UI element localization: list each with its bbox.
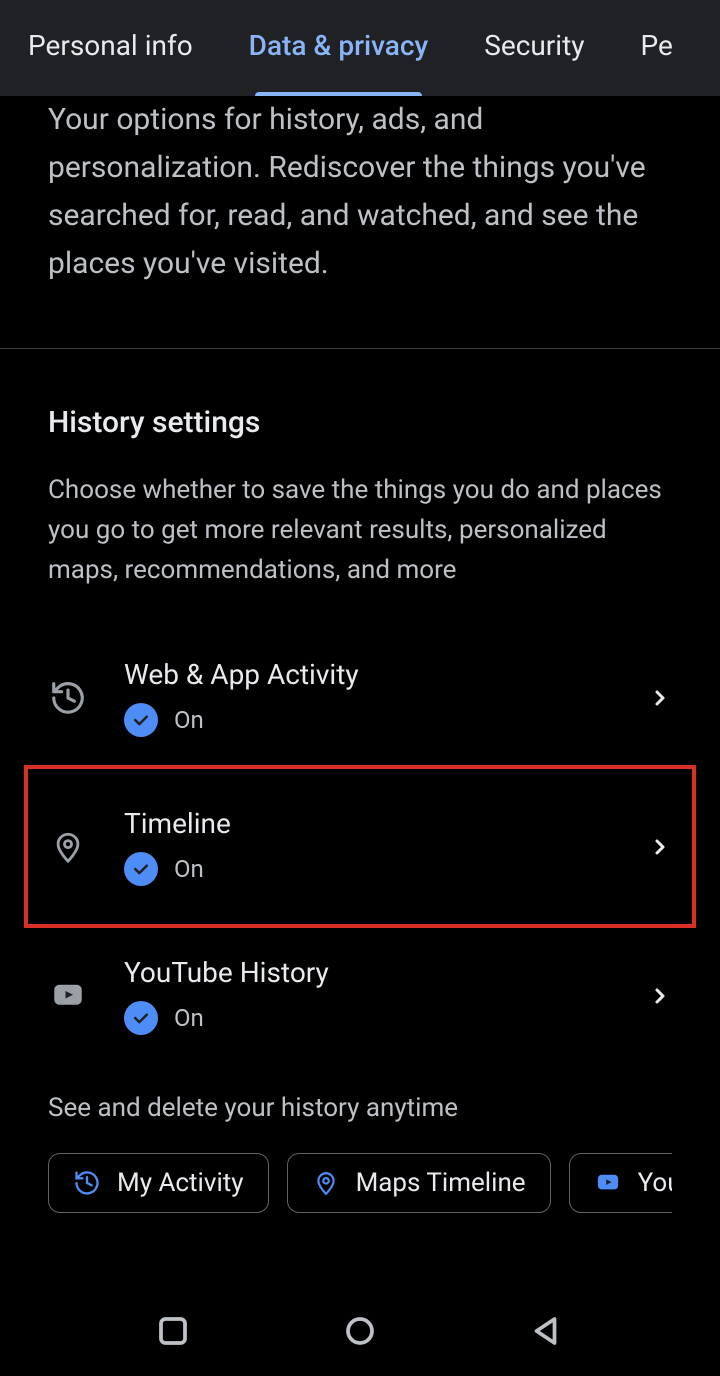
row-title: Web & App Activity: [124, 658, 612, 691]
row-timeline[interactable]: Timeline On: [24, 765, 696, 928]
tab-bar: Personal info Data & privacy Security Pe: [0, 0, 720, 96]
nav-home-icon[interactable]: [342, 1313, 378, 1349]
check-icon: [124, 1001, 158, 1035]
location-pin-icon: [312, 1169, 340, 1197]
status-text: On: [174, 855, 204, 883]
row-title: Timeline: [124, 807, 612, 840]
youtube-icon: [48, 976, 88, 1016]
android-navbar: [0, 1286, 720, 1376]
location-pin-icon: [48, 827, 88, 867]
row-title: YouTube History: [124, 956, 612, 989]
chip-label: You: [638, 1168, 672, 1198]
row-web-app-activity[interactable]: Web & App Activity On: [48, 630, 672, 765]
chip-maps-timeline[interactable]: Maps Timeline: [287, 1153, 551, 1213]
chip-youtube[interactable]: You: [569, 1153, 672, 1213]
status-text: On: [174, 706, 204, 734]
chip-label: Maps Timeline: [356, 1168, 526, 1198]
status-text: On: [174, 1004, 204, 1032]
nav-recent-icon[interactable]: [155, 1313, 191, 1349]
history-clock-icon: [73, 1169, 101, 1197]
history-subtext: See and delete your history anytime: [48, 1093, 672, 1123]
tab-personal-info[interactable]: Personal info: [28, 29, 193, 68]
check-icon: [124, 852, 158, 886]
chevron-right-icon: [648, 835, 672, 859]
history-heading: History settings: [48, 405, 672, 440]
check-icon: [124, 703, 158, 737]
chip-row: My Activity Maps Timeline: [48, 1153, 672, 1213]
tab-security[interactable]: Security: [484, 29, 584, 68]
chevron-right-icon: [648, 686, 672, 710]
row-youtube-history[interactable]: YouTube History On: [48, 928, 672, 1063]
chip-label: My Activity: [117, 1168, 244, 1198]
nav-back-icon[interactable]: [529, 1313, 565, 1349]
history-description: Choose whether to save the things you do…: [48, 470, 672, 590]
history-clock-icon: [48, 678, 88, 718]
intro-text: Your options for history, ads, and perso…: [0, 96, 720, 348]
tab-people[interactable]: Pe: [641, 29, 673, 68]
tab-data-privacy[interactable]: Data & privacy: [249, 29, 429, 68]
chip-my-activity[interactable]: My Activity: [48, 1153, 269, 1213]
history-section: History settings Choose whether to save …: [0, 349, 720, 1253]
youtube-icon: [594, 1169, 622, 1197]
chevron-right-icon: [648, 984, 672, 1008]
